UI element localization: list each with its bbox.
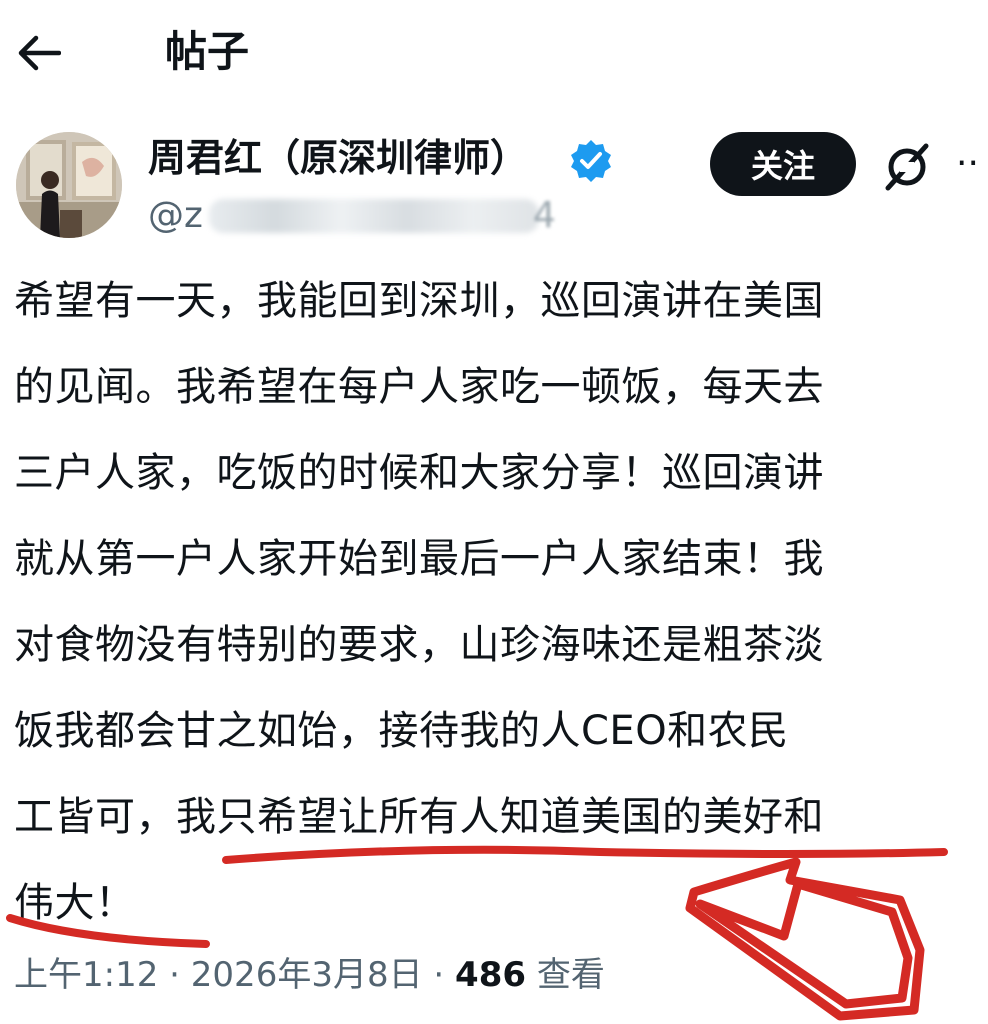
- back-button[interactable]: [14, 28, 64, 78]
- top-bar: 帖子: [0, 0, 988, 110]
- post-date[interactable]: 2026年3月8日: [191, 955, 423, 995]
- post-time: 上午1:12: [14, 955, 159, 995]
- post-meta: 上午1:12 · 2026年3月8日 · 486 查看: [14, 946, 605, 1004]
- more-options-button[interactable]: ··: [956, 150, 988, 184]
- author-name[interactable]: 周君红（原深圳律师）: [148, 132, 528, 184]
- handle-prefix: @z: [148, 195, 203, 236]
- follow-button[interactable]: 关注: [710, 132, 856, 196]
- meta-separator: ·: [158, 955, 191, 995]
- more-options-icon: ··: [956, 150, 979, 184]
- verified-badge-icon: [571, 140, 611, 182]
- meta-separator-2: ·: [422, 955, 456, 995]
- page-title: 帖子: [165, 27, 250, 76]
- avatar-photo: [16, 132, 122, 238]
- view-count: 486: [455, 955, 527, 995]
- avatar[interactable]: [16, 132, 122, 238]
- post-text: 希望有一天，我能回到深圳，巡回演讲在美国 的见闻。我希望在每户人家吃一顿饭，每天…: [14, 278, 824, 926]
- handle-redaction: [208, 199, 539, 233]
- post-page: 帖子 周君红（原深圳律师） @z 4 关注 ·· 希望有一天，我能回到深圳，巡回…: [0, 0, 988, 1024]
- view-count-label: 查看: [536, 955, 605, 995]
- author-handle[interactable]: @z 4: [148, 192, 556, 240]
- grok-icon[interactable]: [880, 140, 934, 194]
- handle-suffix: 4: [532, 195, 556, 236]
- arrow-left-icon: [18, 35, 61, 71]
